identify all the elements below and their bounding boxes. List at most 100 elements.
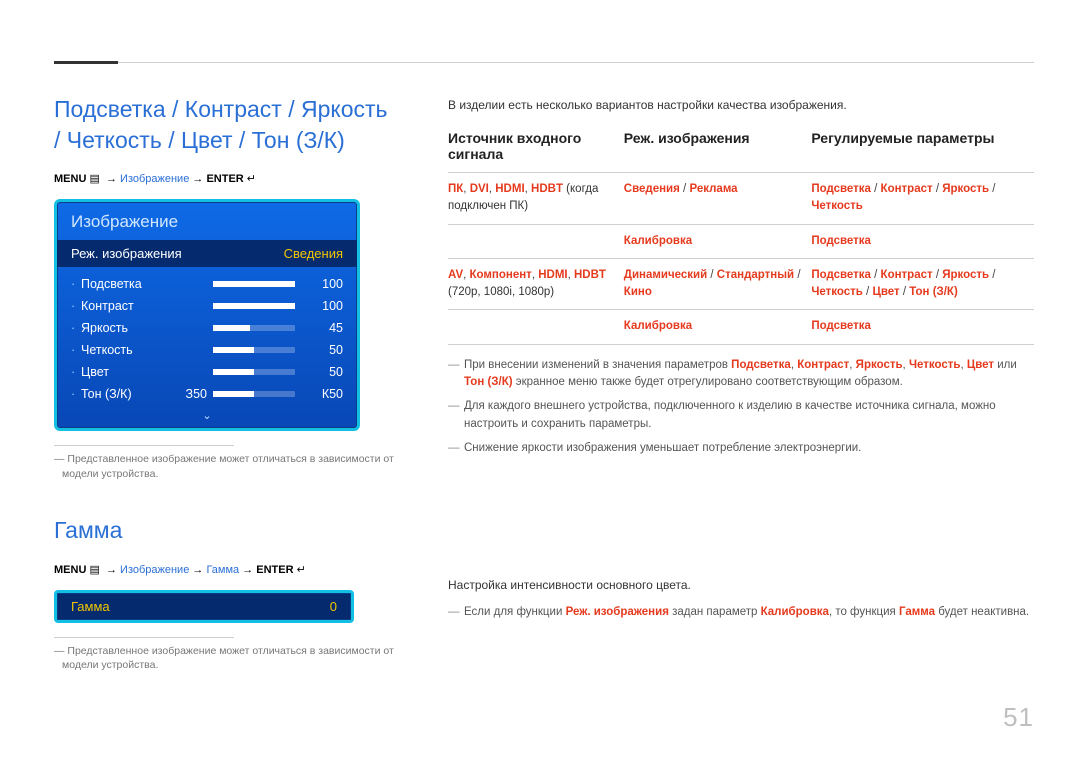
gamma-note-red: Реж. изображения xyxy=(566,606,669,618)
menu-path-step: Гамма xyxy=(206,564,239,576)
osd-selected-row[interactable]: Реж. изображения Сведения xyxy=(57,240,357,267)
osd-slider-fill xyxy=(213,347,254,353)
osd-picture-panel: Изображение Реж. изображения Сведения ·П… xyxy=(54,199,360,431)
gamma-note-pre: Если для функции xyxy=(464,606,566,618)
osd-slider-value: 50 xyxy=(295,365,343,379)
osd-slider-row[interactable]: ·Цвет50 xyxy=(71,361,343,383)
menu-path-step: Изображение xyxy=(120,564,189,576)
cell-mode: Калибровка xyxy=(624,310,812,344)
gamma-note-post: будет неактивна. xyxy=(935,606,1029,618)
osd-gamma-label: Гамма xyxy=(71,599,110,614)
th-source: Источник входного сигнала xyxy=(448,130,624,173)
osd-slider-row[interactable]: ·Подсветка100 xyxy=(71,273,343,295)
menu-label-enter: ENTER xyxy=(206,173,243,185)
osd-gamma-row[interactable]: Гамма 0 xyxy=(54,590,354,623)
osd-slider-fill xyxy=(213,303,295,309)
osd-slider-value: К50 xyxy=(295,387,343,401)
gamma-notes: Если для функции Реж. изображения задан … xyxy=(448,604,1034,622)
right-column: В изделии есть несколько вариантов настр… xyxy=(448,94,1034,673)
menu-grid-icon: ▤ xyxy=(89,173,99,185)
osd-slider-prevalue: З50 xyxy=(177,387,213,401)
bullet-icon: · xyxy=(71,299,81,313)
spec-table: Источник входного сигнала Реж. изображен… xyxy=(448,130,1034,345)
section-title-gamma: Гамма xyxy=(54,515,394,546)
osd-slider-row[interactable]: ·Четкость50 xyxy=(71,339,343,361)
note-item: Снижение яркости изображения уменьшает п… xyxy=(448,440,1034,458)
osd-slider-label: Цвет xyxy=(81,365,177,379)
cell-source xyxy=(448,310,624,344)
note-item: Для каждого внешнего устройства, подключ… xyxy=(448,398,1034,434)
gamma-right-block: Настройка интенсивности основного цвета.… xyxy=(448,578,1034,622)
left-column: Подсветка / Контраст / Яркость / Четкост… xyxy=(54,94,394,673)
footnote-picture: ― Представленное изображение может отлич… xyxy=(54,452,394,481)
footnote-text: Представленное изображение может отличат… xyxy=(62,453,394,480)
cell-mode: Динамический / Стандартный / Кино xyxy=(624,258,812,310)
manual-page: Подсветка / Контраст / Яркость / Четкост… xyxy=(0,0,1080,763)
gamma-note-mid: задан параметр xyxy=(669,606,761,618)
section-title-picture: Подсветка / Контраст / Яркость / Четкост… xyxy=(54,94,394,156)
cell-params: Подсветка xyxy=(811,224,1034,258)
osd-slider-row[interactable]: ·Яркость 45 xyxy=(71,317,343,339)
gamma-note-mid: , то функция xyxy=(829,606,899,618)
menu-grid-icon: ▤ xyxy=(89,564,99,576)
osd-slider-value: 100 xyxy=(295,299,343,313)
cell-mode: Калибровка xyxy=(624,224,812,258)
osd-slider-label: Тон (З/К) xyxy=(81,387,177,401)
osd-slider-list: ·Подсветка100·Контраст100·Яркость45·Четк… xyxy=(57,267,357,409)
table-row: КалибровкаПодсветка xyxy=(448,310,1034,344)
osd-slider-fill xyxy=(213,369,254,375)
table-row: AV, Компонент, HDMI, HDBT (720p, 1080i, … xyxy=(448,258,1034,310)
cell-source: ПК, DVI, HDMI, HDBT (когда подключен ПК) xyxy=(448,173,624,225)
osd-slider-track[interactable] xyxy=(213,281,295,287)
table-row: КалибровкаПодсветка xyxy=(448,224,1034,258)
osd-slider-label: Яркость xyxy=(81,321,177,335)
menu-label-enter: ENTER xyxy=(256,564,293,576)
gamma-note-red: Гамма xyxy=(899,606,935,618)
footnote-rule xyxy=(54,637,234,638)
enter-icon: ↵ xyxy=(247,173,256,185)
th-mode: Реж. изображения xyxy=(624,130,812,173)
osd-slider-row[interactable]: ·Тон (З/К)З50 К50 xyxy=(71,383,343,405)
footnote-text: Представленное изображение может отличат… xyxy=(62,645,394,672)
osd-slider-value: 45 xyxy=(295,321,343,335)
osd-slider-label: Подсветка xyxy=(81,277,177,291)
footnote-rule xyxy=(54,445,234,446)
enter-icon: ↵ xyxy=(297,564,306,576)
osd-more-indicator[interactable]: ⌄ xyxy=(57,409,357,428)
lead-paragraph: В изделии есть несколько вариантов настр… xyxy=(448,98,1034,112)
osd-slider-track[interactable] xyxy=(213,369,295,375)
cell-source xyxy=(448,224,624,258)
osd-gamma-value: 0 xyxy=(330,599,337,614)
menu-path-picture: MENU ▤ → Изображение → ENTER ↵ xyxy=(54,172,394,185)
gamma-note-red: Калибровка xyxy=(761,606,829,618)
gamma-lead: Настройка интенсивности основного цвета. xyxy=(448,578,1034,592)
note-item: При внесении изменений в значения параме… xyxy=(448,357,1034,393)
osd-slider-fill xyxy=(213,325,250,331)
osd-slider-value: 100 xyxy=(295,277,343,291)
osd-selected-label: Реж. изображения xyxy=(71,246,182,261)
bullet-icon: · xyxy=(71,321,81,335)
table-row: ПК, DVI, HDMI, HDBT (когда подключен ПК)… xyxy=(448,173,1034,225)
osd-slider-track[interactable] xyxy=(213,303,295,309)
osd-title: Изображение xyxy=(57,202,357,240)
cell-params: Подсветка / Контраст / Яркость / Четкост… xyxy=(811,258,1034,310)
top-rule xyxy=(54,62,1034,63)
menu-label: MENU xyxy=(54,564,86,576)
cell-source: AV, Компонент, HDMI, HDBT (720p, 1080i, … xyxy=(448,258,624,310)
page-number: 51 xyxy=(1003,702,1034,733)
osd-slider-track[interactable] xyxy=(213,391,295,397)
menu-path-step: Изображение xyxy=(120,173,189,185)
osd-slider-track[interactable] xyxy=(213,325,295,331)
osd-slider-track[interactable] xyxy=(213,347,295,353)
osd-slider-row[interactable]: ·Контраст 100 xyxy=(71,295,343,317)
osd-slider-fill xyxy=(213,281,295,287)
th-params: Регулируемые параметры xyxy=(811,130,1034,173)
osd-slider-label: Четкость xyxy=(81,343,177,357)
osd-slider-label: Контраст xyxy=(81,299,177,313)
cell-params: Подсветка / Контраст / Яркость / Четкост… xyxy=(811,173,1034,225)
bullet-icon: · xyxy=(71,343,81,357)
bullet-icon: · xyxy=(71,387,81,401)
menu-label: MENU xyxy=(54,173,86,185)
gamma-note: Если для функции Реж. изображения задан … xyxy=(448,604,1034,622)
osd-slider-fill xyxy=(213,391,254,397)
